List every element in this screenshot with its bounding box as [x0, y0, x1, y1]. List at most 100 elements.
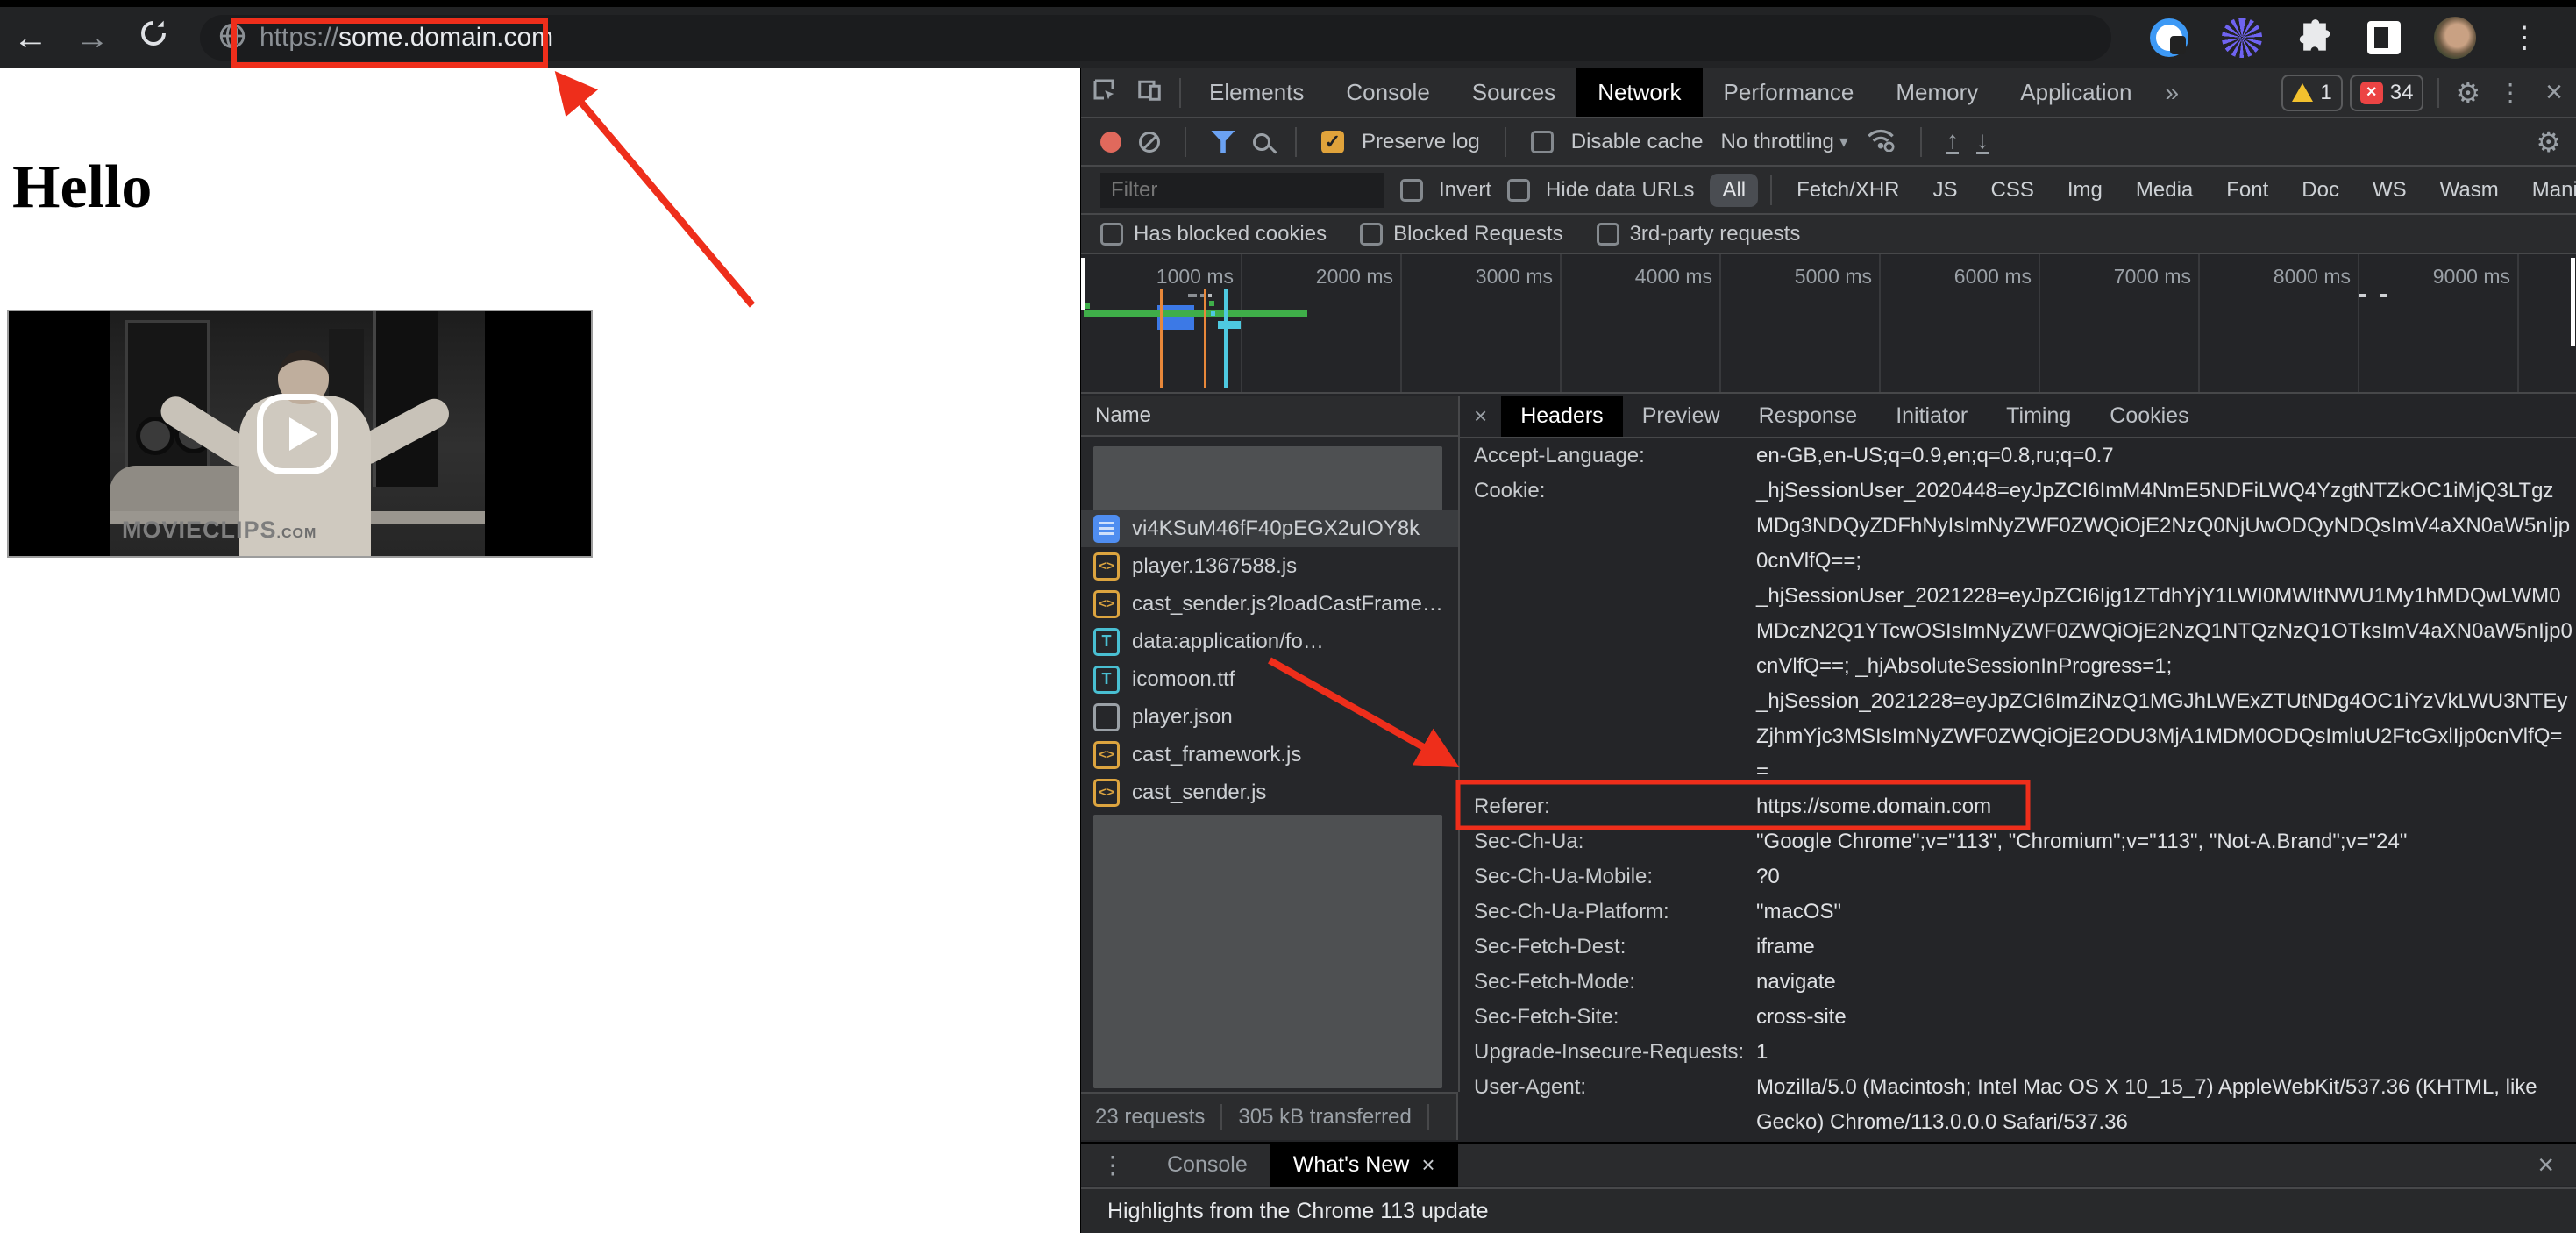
-rd-party-requests-checkbox[interactable] — [1597, 223, 1619, 246]
play-button[interactable] — [257, 394, 338, 474]
browser-menu-icon[interactable]: ⋮ — [2509, 20, 2539, 55]
scrollbar-handle[interactable] — [1081, 258, 1085, 310]
request-row[interactable]: <>player.1367588.js — [1081, 547, 1458, 585]
tab-network[interactable]: Network — [1576, 68, 1702, 117]
detail-tab-preview[interactable]: Preview — [1623, 396, 1740, 437]
password-manager-extension-icon[interactable] — [2150, 18, 2188, 57]
reload-icon[interactable] — [123, 18, 184, 58]
detail-tab-cookies[interactable]: Cookies — [2090, 396, 2208, 437]
filter-chip-css[interactable]: CSS — [1979, 174, 2046, 207]
waterfall-bar — [1188, 294, 1197, 297]
request-row[interactable]: <>cast_sender.js — [1081, 773, 1458, 811]
filter-chip-ws[interactable]: WS — [2360, 174, 2419, 207]
detail-tab-initiator[interactable]: Initiator — [1876, 396, 1987, 437]
request-list-header[interactable]: Name — [1081, 396, 1458, 437]
clear-network-log-icon[interactable] — [1139, 132, 1160, 153]
resource-type-chips: All Fetch/XHR JS CSS Img Media FontDocWS Wasm Ma… — [1710, 174, 2576, 207]
request-name: vi4KSuM46fF40pEGX2uIOY8k — [1132, 517, 1420, 541]
detail-tab-response[interactable]: Response — [1740, 396, 1877, 437]
drawer-close-icon[interactable]: × — [2523, 1149, 2576, 1181]
request-row[interactable]: <>cast_framework.js — [1081, 736, 1458, 773]
detail-tab-timing[interactable]: Timing — [1987, 396, 2090, 437]
scrollbar-handle[interactable] — [2571, 258, 2575, 346]
request-row[interactable]: player.json — [1081, 698, 1458, 736]
preserve-log-checkbox[interactable]: ✓ — [1321, 131, 1344, 153]
import-har-icon[interactable]: ↑ — [1946, 129, 1959, 154]
tab-application[interactable]: Application — [1999, 68, 2153, 117]
export-har-icon[interactable]: ↓ — [1976, 129, 1989, 154]
forward-icon[interactable]: → — [61, 18, 123, 58]
drawer-tab-whatsnew[interactable]: What's New× — [1270, 1143, 1458, 1187]
devtools-menu-icon[interactable]: ⋮ — [2489, 78, 2531, 107]
hide-data-urls-checkbox[interactable] — [1507, 179, 1530, 202]
preserve-log-label: Preserve log — [1362, 130, 1480, 154]
header-key: Cookie: — [1460, 474, 1756, 789]
filter-input[interactable] — [1100, 173, 1384, 208]
request-row[interactable]: Ticomoon.ttf — [1081, 660, 1458, 698]
filter-chip-media[interactable]: Media — [2124, 174, 2205, 207]
detail-tab-headers[interactable]: Headers — [1501, 396, 1623, 437]
loom-extension-icon[interactable] — [2222, 18, 2262, 58]
header-row: Accept-Language:en-GB,en-US;q=0.9,en;q=0… — [1460, 438, 2576, 474]
disable-cache-checkbox[interactable] — [1531, 131, 1554, 153]
blocked-requests-checkbox[interactable] — [1360, 223, 1383, 246]
filter-chip-fetchxhr[interactable]: Fetch/XHR — [1784, 174, 1911, 207]
filter-chip-font[interactable]: Font — [2214, 174, 2281, 207]
waterfall-bar — [2359, 294, 2366, 297]
request-row[interactable]: <>cast_sender.js?loadCastFrame… — [1081, 585, 1458, 623]
request-row[interactable]: Tdata:application/fo… — [1081, 623, 1458, 660]
filter-chip-all[interactable]: All — [1710, 174, 1758, 207]
inspect-element-icon[interactable] — [1081, 76, 1127, 109]
address-bar[interactable]: https://some.domain.com — [200, 15, 2111, 61]
request-row[interactable]: vi4KSuM46fF40pEGX2uIOY8k — [1081, 510, 1458, 547]
whats-new-content: Highlights from the Chrome 113 update — [1081, 1187, 2576, 1233]
invert-checkbox[interactable] — [1400, 179, 1423, 202]
warnings-badge[interactable]: 1 — [2281, 75, 2342, 111]
more-tabs-icon[interactable]: » — [2153, 79, 2192, 107]
filter-icon[interactable] — [1211, 131, 1235, 153]
drawer-tab-console[interactable]: Console — [1144, 1143, 1270, 1187]
has-blocked-cookies-checkbox[interactable] — [1100, 223, 1123, 246]
header-key: Sec-Fetch-Site: — [1460, 1000, 1756, 1035]
devtools-close-icon[interactable]: × — [2531, 75, 2576, 110]
network-overview-timeline[interactable]: 1000 ms2000 ms3000 ms4000 ms5000 ms6000 … — [1081, 254, 2576, 394]
extensions-puzzle-icon[interactable] — [2295, 18, 2334, 57]
extension-area: ⋮ — [2150, 17, 2539, 59]
tab-console[interactable]: Console — [1325, 68, 1450, 117]
profile-avatar[interactable] — [2434, 17, 2476, 59]
search-icon[interactable] — [1253, 133, 1270, 151]
request-name: icomoon.ttf — [1132, 667, 1235, 692]
side-panel-icon[interactable] — [2367, 21, 2401, 54]
tab-performance[interactable]: Performance — [1703, 68, 1875, 117]
filter-chip-img[interactable]: Img — [2055, 174, 2115, 207]
drawer-tab-bar: ⋮ ConsoleWhat's New× × — [1081, 1142, 2576, 1186]
header-row: Sec-Ch-Ua:"Google Chrome";v="113", "Chro… — [1460, 824, 2576, 859]
record-network-log-icon[interactable] — [1100, 132, 1121, 153]
drawer-menu-icon[interactable]: ⋮ — [1081, 1151, 1144, 1180]
throttling-dropdown[interactable]: No throttling ▾ — [1720, 130, 1847, 154]
device-toolbar-icon[interactable] — [1127, 76, 1172, 109]
network-settings-icon[interactable]: ⚙ — [2536, 125, 2561, 159]
close-detail-icon[interactable]: × — [1460, 403, 1501, 430]
checkbox-label: Blocked Requests — [1393, 222, 1562, 246]
filter-chip-doc[interactable]: Doc — [2289, 174, 2352, 207]
errors-badge[interactable]: × 34 — [2350, 75, 2424, 111]
filter-chip-manifest[interactable]: Manifest — [2520, 174, 2576, 207]
filter-chip-js[interactable]: JS — [1921, 174, 1970, 207]
url-text[interactable]: https://some.domain.com — [260, 23, 553, 53]
devtools-settings-icon[interactable]: ⚙ — [2446, 76, 2489, 110]
close-whats-new-icon[interactable]: × — [1421, 1151, 1434, 1179]
tab-sources[interactable]: Sources — [1451, 68, 1576, 117]
back-icon[interactable]: ← — [0, 18, 61, 58]
network-conditions-icon[interactable] — [1866, 125, 1896, 158]
tab-memory[interactable]: Memory — [1875, 68, 1999, 117]
filter-chip-wasm[interactable]: Wasm — [2428, 174, 2511, 207]
header-key: Sec-Fetch-Dest: — [1460, 930, 1756, 965]
request-name: cast_framework.js — [1132, 743, 1301, 767]
tab-elements[interactable]: Elements — [1188, 68, 1325, 117]
filter-group: Has blocked cookies — [1100, 222, 1327, 246]
devtools-panel: ElementsConsoleSourcesNetworkPerformance… — [1080, 68, 2576, 1233]
whats-new-headline[interactable]: Highlights from the Chrome 113 update — [1107, 1199, 1489, 1224]
divider — [1770, 175, 1772, 205]
video-player[interactable]: MOVIECLIPS.COM — [7, 310, 593, 558]
